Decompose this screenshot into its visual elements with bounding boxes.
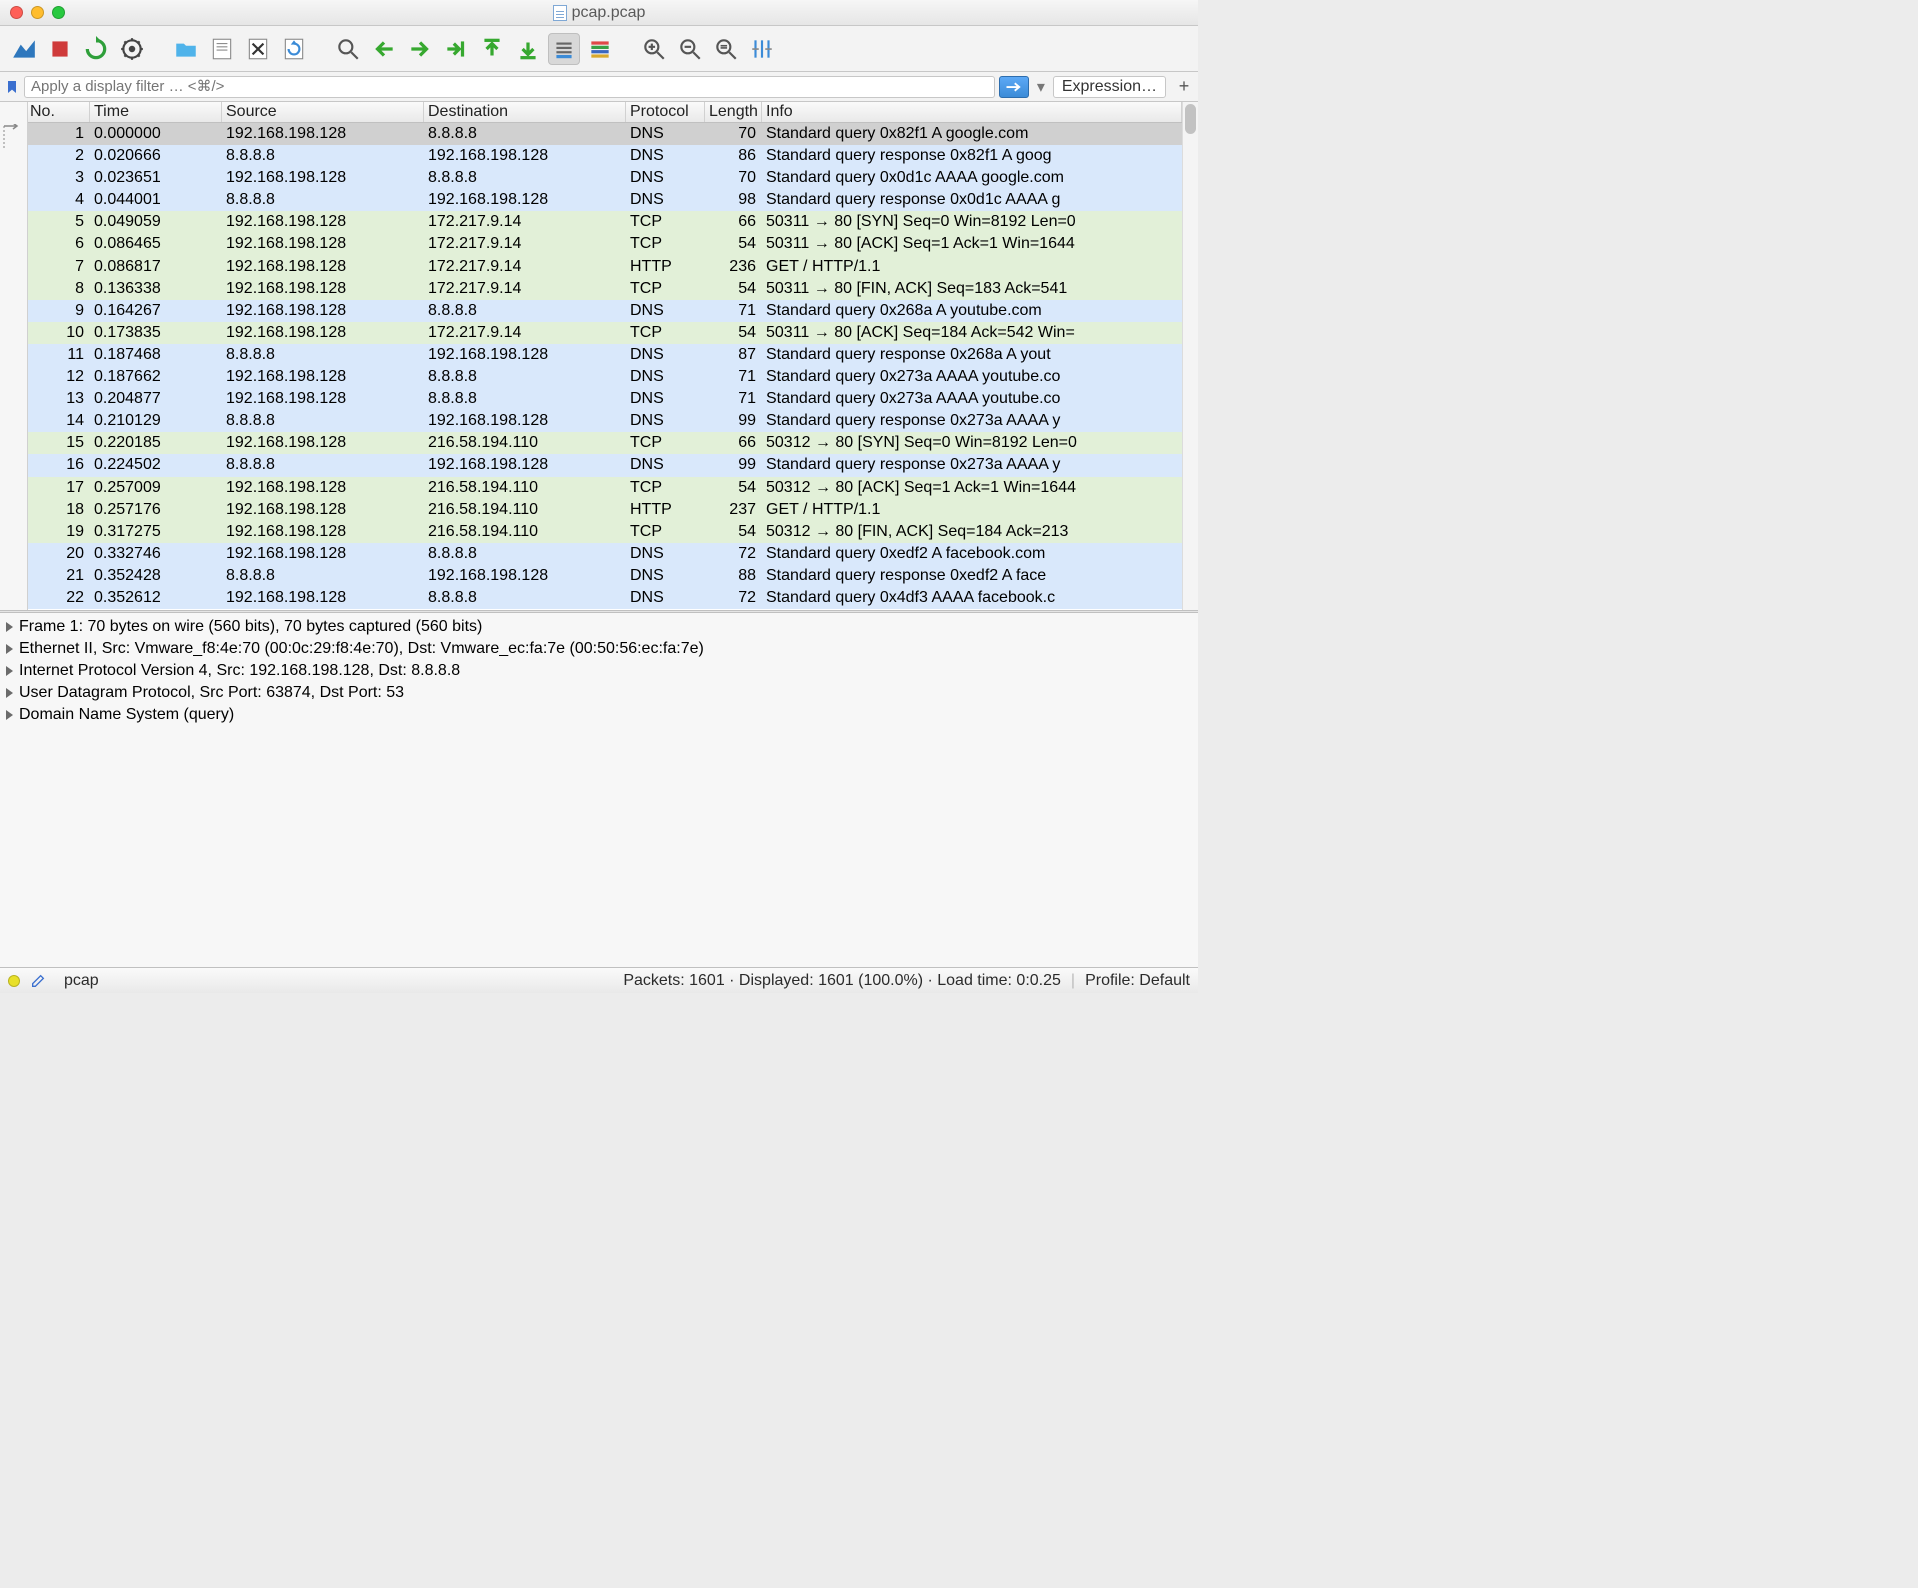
expand-triangle-icon[interactable] bbox=[6, 644, 13, 654]
packet-row[interactable]: 40.0440018.8.8.8192.168.198.128DNS98Stan… bbox=[28, 189, 1182, 211]
reload-file-icon[interactable] bbox=[278, 33, 310, 65]
detail-tree-item[interactable]: Ethernet II, Src: Vmware_f8:4e:70 (00:0c… bbox=[0, 638, 1198, 660]
minimize-window-icon[interactable] bbox=[31, 6, 44, 19]
status-filename: pcap bbox=[64, 972, 99, 990]
detail-tree-item[interactable]: Frame 1: 70 bytes on wire (560 bits), 70… bbox=[0, 616, 1198, 638]
goto-packet-icon[interactable] bbox=[440, 33, 472, 65]
auto-scroll-icon[interactable] bbox=[548, 33, 580, 65]
packet-row[interactable]: 70.086817192.168.198.128172.217.9.14HTTP… bbox=[28, 256, 1182, 278]
col-len[interactable]: Length bbox=[705, 102, 762, 122]
fullscreen-window-icon[interactable] bbox=[52, 6, 65, 19]
expand-triangle-icon[interactable] bbox=[6, 688, 13, 698]
expand-triangle-icon[interactable] bbox=[6, 666, 13, 676]
expand-triangle-icon[interactable] bbox=[6, 710, 13, 720]
packet-row[interactable]: 180.257176192.168.198.128216.58.194.110H… bbox=[28, 499, 1182, 521]
packet-row[interactable]: 50.049059192.168.198.128172.217.9.14TCP6… bbox=[28, 211, 1182, 233]
open-folder-icon[interactable] bbox=[170, 33, 202, 65]
zoom-in-icon[interactable] bbox=[638, 33, 670, 65]
window-titlebar: pcap.pcap bbox=[0, 0, 1198, 26]
packet-row[interactable]: 80.136338192.168.198.128172.217.9.14TCP5… bbox=[28, 278, 1182, 300]
packet-list-body[interactable]: 10.000000192.168.198.1288.8.8.8DNS70Stan… bbox=[28, 123, 1182, 610]
expand-triangle-icon[interactable] bbox=[6, 622, 13, 632]
close-window-icon[interactable] bbox=[10, 6, 23, 19]
status-profile[interactable]: Profile: Default bbox=[1085, 972, 1190, 990]
stop-capture-icon[interactable] bbox=[44, 33, 76, 65]
packet-row[interactable]: 150.220185192.168.198.128216.58.194.110T… bbox=[28, 432, 1182, 454]
expression-button[interactable]: Expression… bbox=[1053, 76, 1166, 98]
shark-start-capture-icon[interactable] bbox=[8, 33, 40, 65]
window-title: pcap.pcap bbox=[553, 4, 646, 22]
display-filter-input[interactable] bbox=[24, 76, 995, 98]
save-file-icon[interactable] bbox=[206, 33, 238, 65]
display-filter-toolbar: ▾ Expression… + bbox=[0, 72, 1198, 102]
document-icon bbox=[553, 5, 567, 21]
resize-columns-icon[interactable] bbox=[746, 33, 778, 65]
scrollbar-thumb[interactable] bbox=[1185, 104, 1196, 134]
first-packet-marker-icon bbox=[2, 124, 20, 155]
status-packets: Packets: 1601 · Displayed: 1601 (100.0%)… bbox=[623, 972, 1061, 990]
zoom-out-icon[interactable] bbox=[674, 33, 706, 65]
packet-row[interactable]: 140.2101298.8.8.8192.168.198.128DNS99Sta… bbox=[28, 410, 1182, 432]
edit-capture-file-icon[interactable] bbox=[30, 973, 46, 989]
packet-row[interactable]: 100.173835192.168.198.128172.217.9.14TCP… bbox=[28, 322, 1182, 344]
col-proto[interactable]: Protocol bbox=[626, 102, 705, 122]
packet-row[interactable]: 170.257009192.168.198.128216.58.194.110T… bbox=[28, 477, 1182, 499]
packet-row[interactable]: 90.164267192.168.198.1288.8.8.8DNS71Stan… bbox=[28, 300, 1182, 322]
goto-last-icon[interactable] bbox=[512, 33, 544, 65]
find-icon[interactable] bbox=[332, 33, 364, 65]
col-no[interactable]: No. bbox=[28, 102, 90, 122]
close-file-icon[interactable] bbox=[242, 33, 274, 65]
restart-capture-icon[interactable] bbox=[80, 33, 112, 65]
col-time[interactable]: Time bbox=[90, 102, 222, 122]
detail-tree-item[interactable]: User Datagram Protocol, Src Port: 63874,… bbox=[0, 682, 1198, 704]
packet-list-pane: No. Time Source Destination Protocol Len… bbox=[0, 102, 1198, 610]
col-src[interactable]: Source bbox=[222, 102, 424, 122]
packet-row[interactable]: 10.000000192.168.198.1288.8.8.8DNS70Stan… bbox=[28, 123, 1182, 145]
packet-row[interactable]: 60.086465192.168.198.128172.217.9.14TCP5… bbox=[28, 233, 1182, 255]
goto-first-icon[interactable] bbox=[476, 33, 508, 65]
packet-row[interactable]: 160.2245028.8.8.8192.168.198.128DNS99Sta… bbox=[28, 454, 1182, 476]
status-bar: pcap Packets: 1601 · Displayed: 1601 (10… bbox=[0, 967, 1198, 993]
packet-details-pane[interactable]: Frame 1: 70 bytes on wire (560 bits), 70… bbox=[0, 613, 1198, 967]
add-filter-button[interactable]: + bbox=[1174, 76, 1194, 98]
bookmark-icon[interactable] bbox=[4, 79, 20, 95]
detail-tree-item[interactable]: Domain Name System (query) bbox=[0, 704, 1198, 726]
col-dst[interactable]: Destination bbox=[424, 102, 626, 122]
col-info[interactable]: Info bbox=[762, 102, 1182, 122]
next-packet-icon[interactable] bbox=[404, 33, 436, 65]
traffic-lights bbox=[10, 6, 65, 19]
packet-row[interactable]: 30.023651192.168.198.1288.8.8.8DNS70Stan… bbox=[28, 167, 1182, 189]
previous-packet-icon[interactable] bbox=[368, 33, 400, 65]
packet-row[interactable]: 20.0206668.8.8.8192.168.198.128DNS86Stan… bbox=[28, 145, 1182, 167]
packet-row[interactable]: 190.317275192.168.198.128216.58.194.110T… bbox=[28, 521, 1182, 543]
options-gear-icon[interactable] bbox=[116, 33, 148, 65]
packet-row[interactable]: 130.204877192.168.198.1288.8.8.8DNS71Sta… bbox=[28, 388, 1182, 410]
expert-info-icon[interactable] bbox=[8, 975, 20, 987]
packet-row[interactable]: 110.1874688.8.8.8192.168.198.128DNS87Sta… bbox=[28, 344, 1182, 366]
colorize-list-icon[interactable] bbox=[584, 33, 616, 65]
packet-row[interactable]: 210.3524288.8.8.8192.168.198.128DNS88Sta… bbox=[28, 565, 1182, 587]
zoom-reset-icon[interactable] bbox=[710, 33, 742, 65]
packet-list-gutter bbox=[0, 102, 28, 610]
packet-row[interactable]: 220.352612192.168.198.1288.8.8.8DNS72Sta… bbox=[28, 587, 1182, 609]
title-text: pcap.pcap bbox=[572, 4, 646, 22]
apply-filter-button[interactable] bbox=[999, 76, 1029, 98]
packet-list-header[interactable]: No. Time Source Destination Protocol Len… bbox=[28, 102, 1182, 123]
packet-list-scrollbar[interactable] bbox=[1182, 102, 1198, 610]
main-toolbar bbox=[0, 26, 1198, 72]
packet-row[interactable]: 200.332746192.168.198.1288.8.8.8DNS72Sta… bbox=[28, 543, 1182, 565]
filter-dropdown-icon[interactable]: ▾ bbox=[1033, 76, 1049, 98]
detail-tree-item[interactable]: Internet Protocol Version 4, Src: 192.16… bbox=[0, 660, 1198, 682]
packet-row[interactable]: 120.187662192.168.198.1288.8.8.8DNS71Sta… bbox=[28, 366, 1182, 388]
